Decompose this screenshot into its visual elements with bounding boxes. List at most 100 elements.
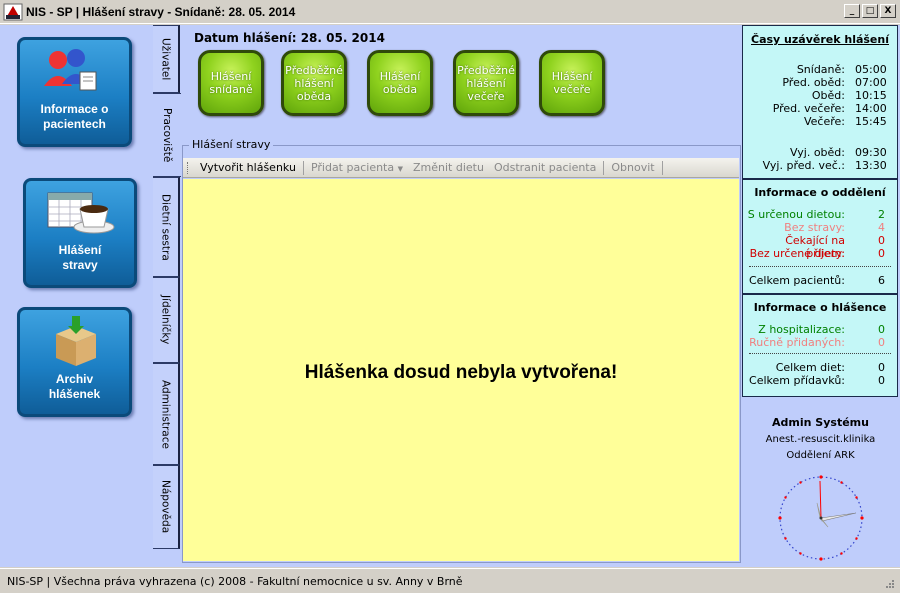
food-report-button[interactable]: Hlášení stravy	[23, 178, 137, 288]
deadline-time: 14:00	[855, 102, 887, 115]
report-total-row: Celkem přídavků: 0	[747, 374, 885, 387]
lunch-report-button[interactable]: Hlášení oběda	[367, 50, 433, 116]
deadline-row: Oběd: 10:15	[747, 89, 887, 102]
report-total-value: 0	[878, 374, 885, 387]
user-clinic: Anest.-resuscit.klinika	[765, 434, 876, 445]
prelim-lunch-report-button[interactable]: Předběžné hlášení oběda	[281, 50, 347, 116]
deadline-row: Vyj. před. več.: 13:30	[747, 159, 887, 172]
report-total-row: Celkem diet: 0	[747, 361, 885, 374]
dept-stat-value: 0	[878, 247, 885, 260]
tab-label: Administrace	[159, 379, 172, 449]
report-total-label: Celkem přídavků:	[749, 374, 845, 387]
title-bar: NIS - SP | Hlášení stravy - Snídaně: 28.…	[0, 0, 900, 24]
report-content-area: Hlášenka dosud nebyla vytvořena!	[183, 179, 739, 561]
deadline-time: 05:00	[855, 63, 887, 76]
left-navigation: Informace o pacientech Hlášení stravy Ar…	[0, 25, 153, 567]
dept-stat-value: 4	[878, 221, 885, 234]
user-department: Oddělení ARK	[786, 450, 855, 461]
tab-uzivatel[interactable]: Uživatel	[153, 25, 180, 93]
report-info-title: Informace o hlášence	[753, 301, 887, 314]
deadlines-title: Časy uzávěrek hlášení	[751, 33, 889, 46]
department-info-panel: Informace o oddělení S určenou dietou: 2 …	[742, 179, 898, 294]
report-stat-value: 0	[878, 323, 885, 336]
dept-stat-row: Bez stravy: 4	[747, 221, 885, 234]
deadline-time: 15:45	[855, 115, 887, 128]
dept-stat-row: S určenou dietou: 2	[747, 208, 885, 221]
archive-label: Archiv hlášenek	[48, 372, 101, 401]
deadlines-panel: Časy uzávěrek hlášení Snídaně: 05:00 Před…	[742, 25, 898, 179]
user-name: Admin Systému	[772, 416, 869, 429]
main-content: Datum hlášení: 28. 05. 2014 Hlášení sníd…	[181, 25, 741, 567]
tab-label: Nápověda	[159, 480, 172, 534]
department-info-title: Informace o oddělení	[754, 186, 886, 199]
deadline-label: Snídaně:	[796, 63, 845, 76]
dept-stat-value: 2	[878, 208, 885, 221]
change-diet-button[interactable]: Změnit dietu	[408, 161, 489, 174]
status-bar: NIS-SP | Všechna práva vyhrazena (c) 200…	[0, 568, 900, 593]
create-report-button[interactable]: Vytvořit hlášenku	[195, 161, 301, 174]
toolbar-separator	[603, 160, 605, 175]
deadline-row: Před. večeře: 14:00	[747, 102, 887, 115]
tab-pracoviste[interactable]: Pracoviště	[153, 93, 181, 177]
dept-stat-label: Bez určené diety:	[749, 247, 845, 260]
analog-clock-icon	[776, 473, 866, 563]
deadline-time: 07:00	[855, 76, 887, 89]
dept-total-label: Celkem pacientů:	[748, 274, 845, 287]
right-info-column: Časy uzávěrek hlášení Snídaně: 05:00 Před…	[741, 25, 900, 567]
report-stat-row: Ručně přidaných: 0	[747, 336, 885, 349]
dinner-report-button[interactable]: Hlášení večeře	[539, 50, 605, 116]
group-label: Hlášení stravy	[189, 138, 274, 151]
deadline-label: Před. oběd:	[782, 76, 845, 89]
deadline-time: 13:30	[855, 159, 887, 172]
tab-label: Jídelníčky	[159, 295, 172, 345]
dept-stat-row: Bez určené diety: 0	[747, 247, 885, 260]
remove-patient-button[interactable]: Odstranit pacienta	[489, 161, 601, 174]
add-patient-button[interactable]: Přidat pacienta ▼	[306, 161, 408, 174]
app-logo-icon	[3, 3, 23, 21]
deadline-row: Před. oběd: 07:00	[747, 76, 887, 89]
breakfast-report-button[interactable]: Hlášení snídaně	[198, 50, 264, 116]
patients-info-button[interactable]: Informace o pacientech	[17, 37, 132, 147]
dept-total-row: Celkem pacientů: 6	[747, 274, 885, 287]
deadline-row: Večeře: 15:45	[747, 115, 887, 128]
toolbar-separator	[661, 160, 663, 175]
dept-stat-label: Bez stravy:	[784, 221, 845, 234]
resize-grip-icon[interactable]	[884, 578, 894, 588]
report-info-panel: Informace o hlášence Z hospitalizace: 0 R…	[742, 294, 898, 397]
minimize-button[interactable]: _	[844, 4, 860, 18]
deadline-label: Vyj. oběd:	[790, 146, 845, 159]
toolbar-grip	[187, 161, 190, 174]
tab-label: Dietní sestra	[159, 193, 172, 261]
client-area: Informace o pacientech Hlášení stravy Ar…	[0, 25, 900, 567]
tab-administrace[interactable]: Administrace	[153, 363, 180, 465]
deadline-label: Večeře:	[803, 115, 845, 128]
prelim-dinner-report-button[interactable]: Předběžné hlášení večeře	[453, 50, 519, 116]
patients-icon	[20, 46, 129, 102]
tab-jidelnicky[interactable]: Jídelníčky	[153, 277, 180, 363]
close-button[interactable]: X	[880, 4, 896, 18]
archive-button[interactable]: Archiv hlášenek	[17, 307, 132, 417]
tab-dietni-sestra[interactable]: Dietní sestra	[153, 177, 180, 277]
report-stat-label: Ručně přidaných:	[749, 336, 845, 349]
food-report-label: Hlášení stravy	[58, 243, 102, 272]
deadline-label: Oběd:	[811, 89, 845, 102]
patients-info-label: Informace o pacientech	[40, 102, 109, 131]
deadline-label: Před. večeře:	[772, 102, 845, 115]
divider	[749, 353, 891, 354]
dept-total-value: 6	[878, 274, 885, 287]
tab-label: Uživatel	[159, 37, 172, 81]
vertical-tabs: Uživatel Pracoviště Dietní sestra Jídeln…	[153, 25, 181, 567]
deadline-row: Vyj. oběd: 09:30	[747, 146, 887, 159]
window-title: NIS - SP | Hlášení stravy - Snídaně: 28.…	[26, 4, 296, 19]
archive-box-icon	[20, 316, 129, 372]
report-date: Datum hlášení: 28. 05. 2014	[194, 31, 385, 45]
report-total-value: 0	[878, 361, 885, 374]
deadline-label: Vyj. před. več.:	[762, 159, 845, 172]
dropdown-arrow-icon: ▼	[397, 165, 403, 173]
maximize-button[interactable]: □	[862, 4, 878, 18]
tab-napoveda[interactable]: Nápověda	[153, 465, 180, 549]
dept-stat-label: S určenou dietou:	[747, 208, 845, 221]
add-patient-label: Přidat pacienta	[310, 161, 395, 174]
deadline-time: 09:30	[855, 146, 887, 159]
refresh-button[interactable]: Obnovit	[606, 161, 659, 174]
